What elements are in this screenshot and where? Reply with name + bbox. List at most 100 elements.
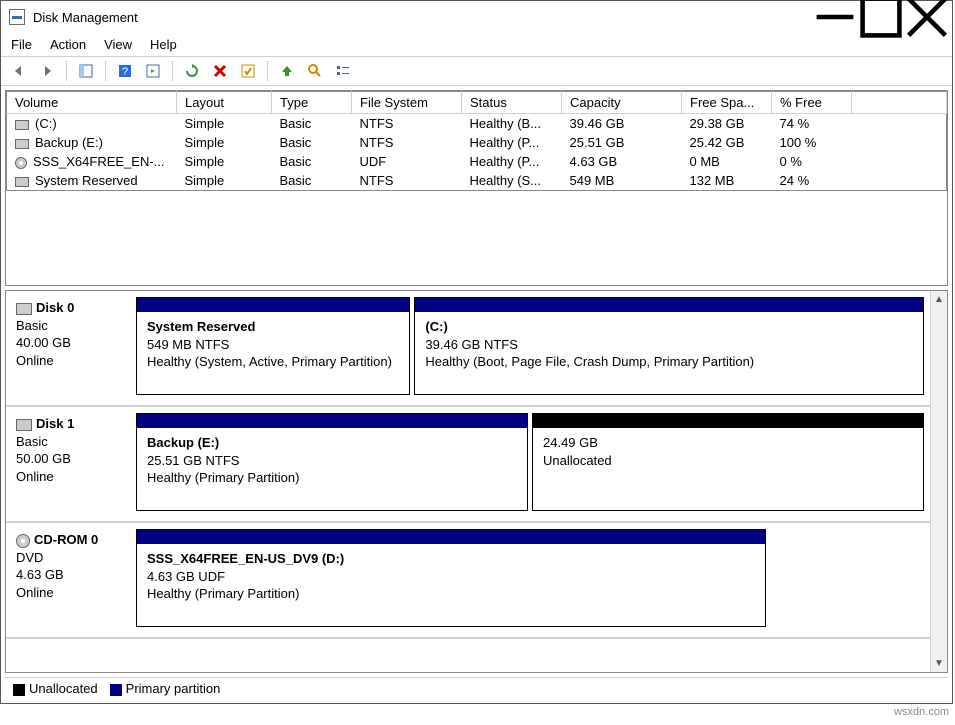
partition[interactable]: SSS_X64FREE_EN-US_DV9 (D:)4.63 GB UDFHea… <box>136 529 766 627</box>
help-button[interactable]: ? <box>113 60 137 82</box>
volume-row[interactable]: SSS_X64FREE_EN-...SimpleBasicUDFHealthy … <box>7 152 947 171</box>
disk-kind: Basic <box>16 317 124 335</box>
partition[interactable]: System Reserved549 MB NTFSHealthy (Syste… <box>136 297 410 395</box>
content-area: Volume Layout Type File System Status Ca… <box>1 86 952 703</box>
action-list-button[interactable] <box>141 60 165 82</box>
properties-button[interactable] <box>236 60 260 82</box>
menu-view[interactable]: View <box>104 37 132 52</box>
menubar: File Action View Help <box>1 33 952 56</box>
show-hide-console-tree-button[interactable] <box>74 60 98 82</box>
disk-info[interactable]: Disk 1 Basic50.00 GBOnline <box>6 407 134 521</box>
col-capacity[interactable]: Capacity <box>562 92 682 114</box>
disk-info[interactable]: Disk 0 Basic40.00 GBOnline <box>6 291 134 405</box>
partition-title: Backup (E:) <box>147 434 517 452</box>
menu-action[interactable]: Action <box>50 37 86 52</box>
unallocated-header <box>533 414 923 428</box>
volume-row[interactable]: (C:)SimpleBasicNTFSHealthy (B...39.46 GB… <box>7 114 947 134</box>
disk-state: Online <box>16 352 124 370</box>
disk-size: 4.63 GB <box>16 566 124 584</box>
hard-disk-icon <box>16 419 32 431</box>
toolbar: ? <box>1 56 952 86</box>
minimize-button[interactable] <box>812 2 858 32</box>
disk-kind: DVD <box>16 549 124 567</box>
primary-partition-header <box>137 298 409 312</box>
forward-button[interactable] <box>35 60 59 82</box>
partition[interactable]: 24.49 GBUnallocated <box>532 413 924 511</box>
col-status[interactable]: Status <box>462 92 562 114</box>
partition[interactable]: Backup (E:)25.51 GB NTFSHealthy (Primary… <box>136 413 528 511</box>
partition-container: SSS_X64FREE_EN-US_DV9 (D:)4.63 GB UDFHea… <box>134 523 930 637</box>
maximize-button[interactable] <box>858 2 904 32</box>
menu-file[interactable]: File <box>11 37 32 52</box>
disk-row: Disk 0 Basic40.00 GBOnline System Reserved… <box>6 291 930 407</box>
refresh-button[interactable] <box>180 60 204 82</box>
disk-map: Disk 0Basic40.00 GBOnlineSystem Reserved… <box>5 290 948 673</box>
partition-status: Healthy (System, Active, Primary Partiti… <box>147 353 399 371</box>
disk-name: Disk 1 <box>36 416 74 431</box>
disk-state: Online <box>16 584 124 602</box>
volume-row[interactable]: Backup (E:)SimpleBasicNTFSHealthy (P...2… <box>7 133 947 152</box>
legend: Unallocated Primary partition <box>5 677 948 699</box>
list-settings-button[interactable] <box>331 60 355 82</box>
primary-partition-header <box>137 530 765 544</box>
column-headers[interactable]: Volume Layout Type File System Status Ca… <box>7 92 947 114</box>
partition-size: 24.49 GB <box>543 434 913 452</box>
disk-row: CD-ROM 0 DVD4.63 GBOnline SSS_X64FREE_EN-U… <box>6 523 930 639</box>
disk-state: Online <box>16 468 124 486</box>
disk-name: Disk 0 <box>36 300 74 315</box>
scroll-down-button[interactable]: ▼ <box>931 655 947 672</box>
disc-icon <box>15 157 27 169</box>
col-fs[interactable]: File System <box>352 92 462 114</box>
legend-unallocated: Unallocated <box>13 681 98 696</box>
col-pct[interactable]: % Free <box>772 92 852 114</box>
partition-title: (C:) <box>425 318 913 336</box>
volume-list[interactable]: Volume Layout Type File System Status Ca… <box>5 90 948 286</box>
partition-title: System Reserved <box>147 318 399 336</box>
partition-status: Unallocated <box>543 452 913 470</box>
primary-partition-header <box>137 414 527 428</box>
partition-status: Healthy (Primary Partition) <box>147 469 517 487</box>
disk-info[interactable]: CD-ROM 0 DVD4.63 GBOnline <box>6 523 134 637</box>
partition-status: Healthy (Boot, Page File, Crash Dump, Pr… <box>425 353 913 371</box>
disk-management-window: Disk Management File Action View Help ? <box>0 0 953 704</box>
svg-text:?: ? <box>122 66 128 78</box>
disk-row: Disk 1 Basic50.00 GBOnline Backup (E:)25.5… <box>6 407 930 523</box>
find-button[interactable] <box>303 60 327 82</box>
partition-container: System Reserved549 MB NTFSHealthy (Syste… <box>134 291 930 405</box>
drive-icon <box>15 139 29 149</box>
watermark: wsxdn.com <box>0 704 955 718</box>
titlebar: Disk Management <box>1 1 952 33</box>
partition-container: Backup (E:)25.51 GB NTFSHealthy (Primary… <box>134 407 930 521</box>
drive-icon <box>15 120 29 130</box>
remove-button[interactable] <box>208 60 232 82</box>
partition-size: 39.46 GB NTFS <box>425 336 913 354</box>
menu-help[interactable]: Help <box>150 37 177 52</box>
partition-size: 4.63 GB UDF <box>147 568 755 586</box>
disk-size: 50.00 GB <box>16 450 124 468</box>
disk-size: 40.00 GB <box>16 334 124 352</box>
partition-status: Healthy (Primary Partition) <box>147 585 755 603</box>
volume-row[interactable]: System ReservedSimpleBasicNTFSHealthy (S… <box>7 171 947 191</box>
app-icon <box>9 9 25 25</box>
partition-title: SSS_X64FREE_EN-US_DV9 (D:) <box>147 550 755 568</box>
disk-kind: Basic <box>16 433 124 451</box>
partition-size: 25.51 GB NTFS <box>147 452 517 470</box>
hard-disk-icon <box>16 303 32 315</box>
col-volume[interactable]: Volume <box>7 92 177 114</box>
partition-size: 549 MB NTFS <box>147 336 399 354</box>
primary-partition-header <box>415 298 923 312</box>
legend-primary: Primary partition <box>110 681 221 696</box>
col-layout[interactable]: Layout <box>177 92 272 114</box>
back-button[interactable] <box>7 60 31 82</box>
close-button[interactable] <box>904 2 950 32</box>
scroll-up-button[interactable]: ▲ <box>931 291 947 308</box>
vertical-scrollbar[interactable]: ▲ ▼ <box>930 291 947 672</box>
partition[interactable]: (C:)39.46 GB NTFSHealthy (Boot, Page Fil… <box>414 297 924 395</box>
col-free[interactable]: Free Spa... <box>682 92 772 114</box>
disk-name: CD-ROM 0 <box>34 532 98 547</box>
disc-drive-icon <box>16 534 30 548</box>
col-type[interactable]: Type <box>272 92 352 114</box>
up-button[interactable] <box>275 60 299 82</box>
window-title: Disk Management <box>33 10 812 25</box>
drive-icon <box>15 177 29 187</box>
